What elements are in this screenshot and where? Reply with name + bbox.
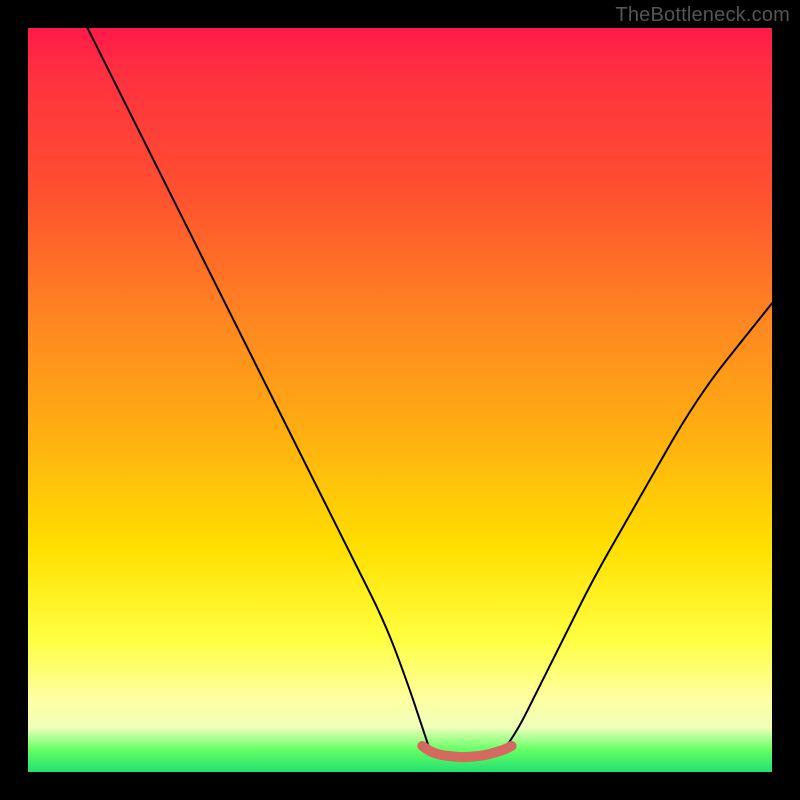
right-curve — [504, 303, 772, 749]
chart-frame: TheBottleneck.com — [0, 0, 800, 800]
chart-svg — [28, 28, 772, 772]
plot-area — [28, 28, 772, 772]
watermark-text: TheBottleneck.com — [615, 4, 790, 27]
trough-highlight — [422, 746, 511, 757]
left-curve — [88, 28, 430, 750]
